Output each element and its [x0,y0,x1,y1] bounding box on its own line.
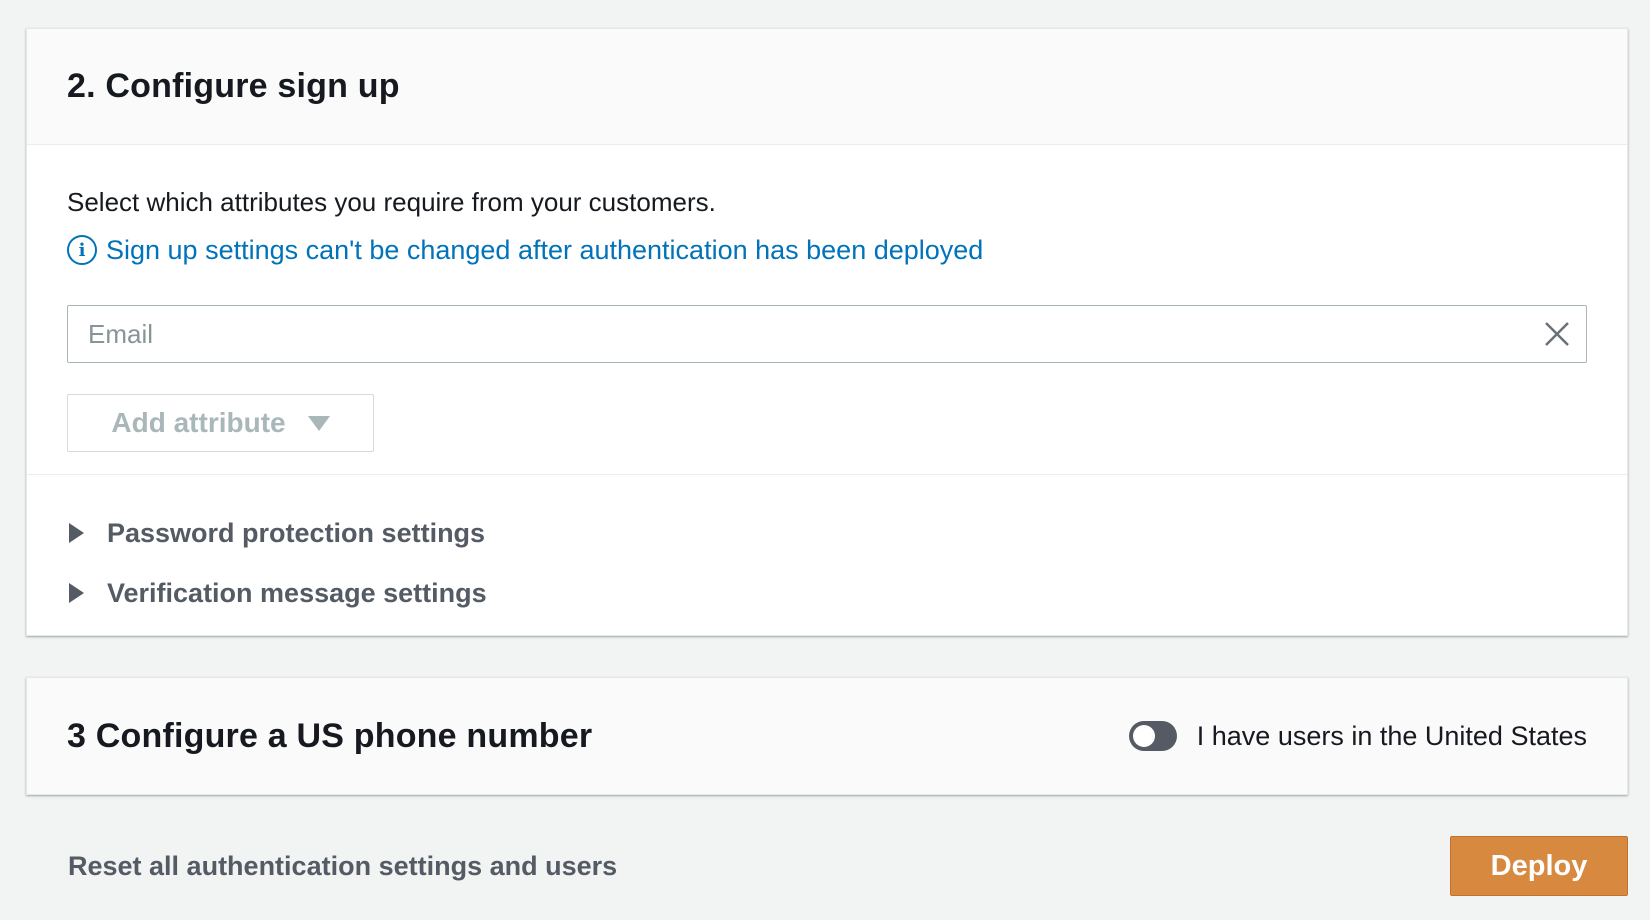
expander-label: Password protection settings [107,517,486,548]
us-users-toggle[interactable] [1128,721,1177,751]
configure-signup-panel: 2. Configure sign up Select which attrib… [26,28,1628,636]
configure-phone-panel: 3 Configure a US phone number I have use… [26,677,1628,795]
password-protection-expander[interactable]: Password protection settings [67,503,1587,563]
signup-panel-header: 2. Configure sign up [27,29,1627,145]
us-users-toggle-label: I have users in the United States [1196,720,1587,751]
caret-down-icon [307,415,330,431]
signup-info-text: Sign up settings can't be changed after … [106,234,984,265]
expander-label: Verification message settings [107,577,487,608]
add-attribute-label: Add attribute [111,407,286,438]
us-users-toggle-group: I have users in the United States [1128,720,1587,752]
page: 2. Configure sign up Select which attrib… [0,0,1650,920]
phone-panel-title: 3 Configure a US phone number [67,716,593,755]
toggle-knob [1132,725,1155,747]
close-icon[interactable] [1542,319,1572,349]
signup-panel-title: 2. Configure sign up [67,67,400,105]
add-attribute-button[interactable]: Add attribute [67,394,374,452]
phone-panel-header: 3 Configure a US phone number I have use… [27,678,1627,794]
info-icon: i [67,235,97,265]
caret-right-icon [69,523,84,543]
email-attribute-field[interactable]: Email [67,305,1587,363]
deploy-button[interactable]: Deploy [1450,836,1628,896]
verification-message-expander[interactable]: Verification message settings [67,563,1587,623]
signup-info-note: i Sign up settings can't be changed afte… [67,225,1587,275]
email-attribute-value: Email [88,318,154,349]
reset-settings-link[interactable]: Reset all authentication settings and us… [68,851,617,882]
signup-description: Select which attributes you require from… [67,187,716,217]
signup-attributes-section: Select which attributes you require from… [27,145,1627,475]
footer-actions: Reset all authentication settings and us… [26,836,1628,896]
signup-expanders: Password protection settings Verificatio… [27,475,1627,623]
caret-right-icon [69,583,84,603]
